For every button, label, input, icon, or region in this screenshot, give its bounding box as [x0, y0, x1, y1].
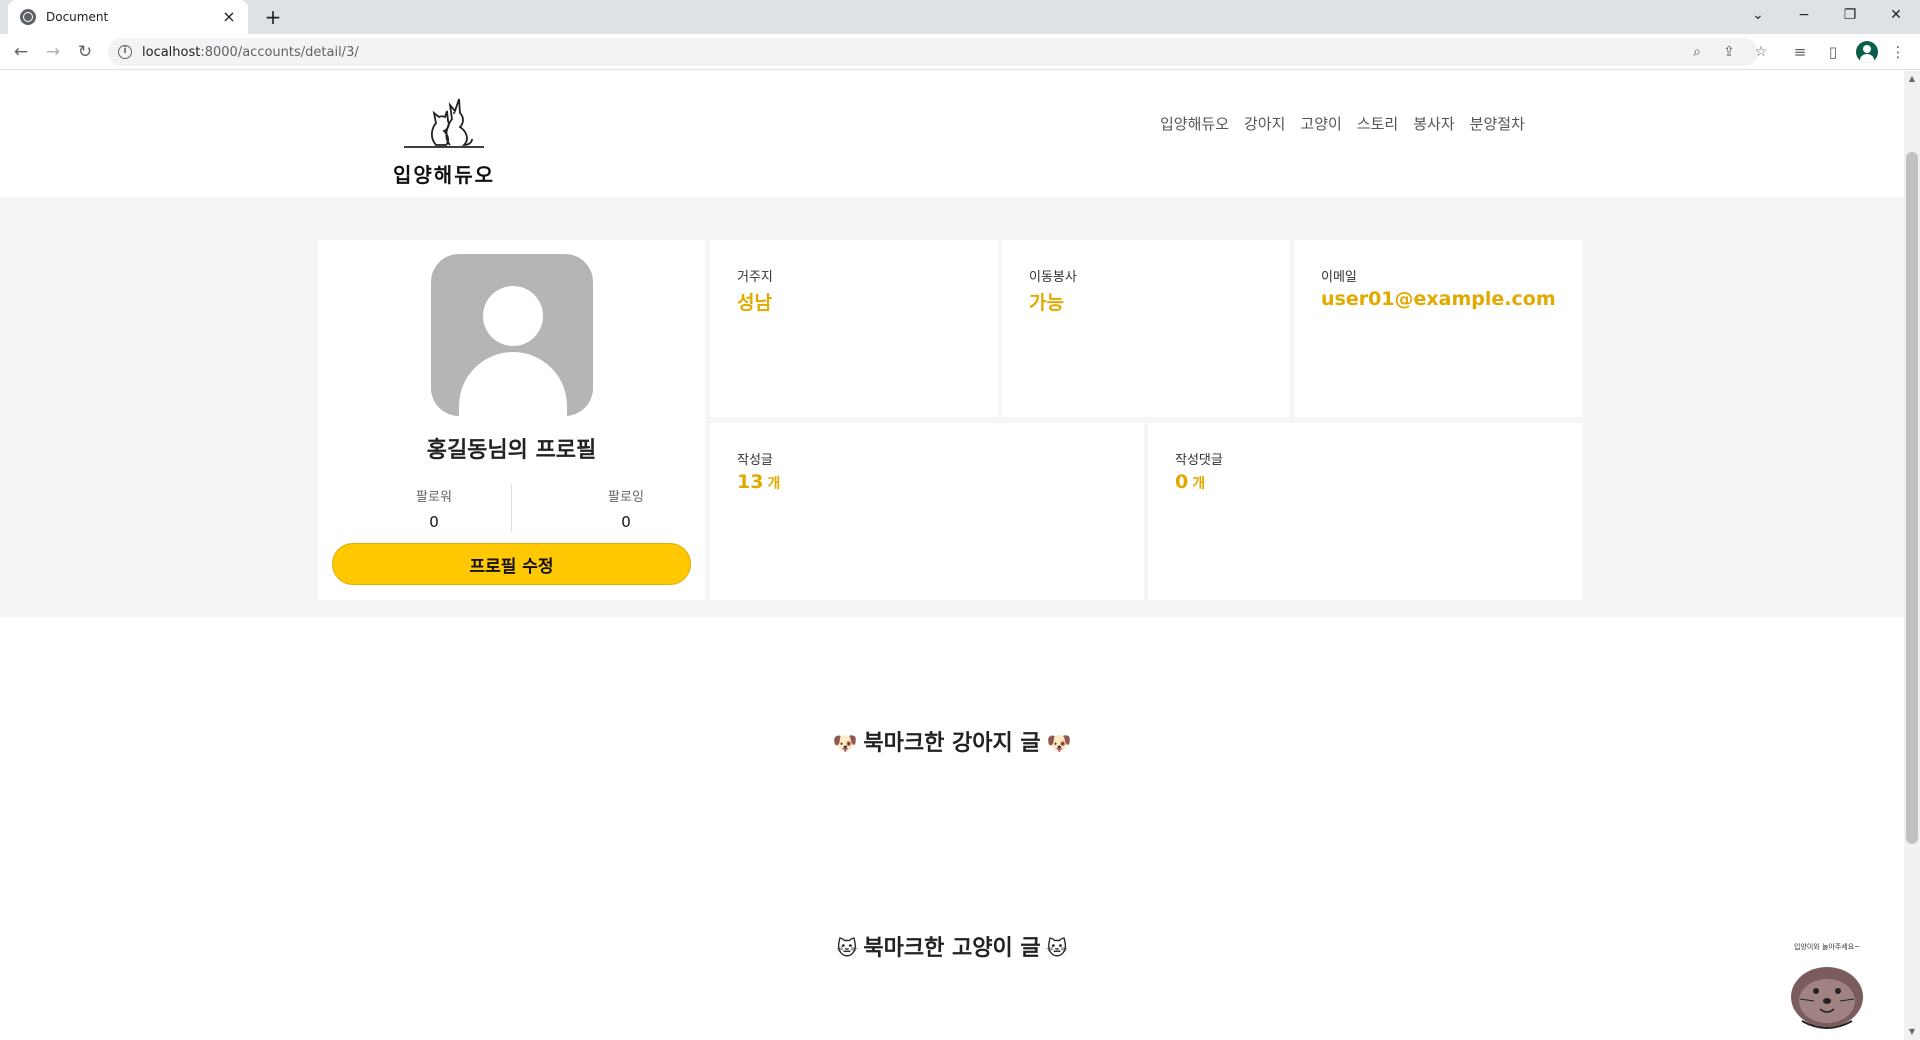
scrollbar-thumb[interactable] [1906, 152, 1918, 844]
user-head-icon [483, 286, 543, 346]
chatbot-caption: 입양이와 놀아주세요~ [1794, 942, 1860, 951]
stat-card-residence: 거주지 성남 [710, 240, 998, 417]
nav-item-dogs[interactable]: 강아지 [1244, 113, 1285, 134]
restore-icon[interactable]: ❐ [1828, 0, 1872, 30]
tab-search-icon[interactable]: ⌄ [1736, 0, 1780, 30]
followers-label: 팔로워 [416, 490, 452, 505]
following-stat[interactable]: 팔로잉 0 [566, 486, 686, 531]
close-window-icon[interactable]: ✕ [1874, 0, 1918, 30]
nav-item-adoption-process[interactable]: 분양절차 [1470, 113, 1525, 134]
nav-item-story[interactable]: 스토리 [1357, 113, 1398, 134]
follow-divider [511, 484, 512, 532]
bookmarked-dogs-title: 북마크한 강아지 글 [863, 731, 1041, 756]
bookmarked-cats-heading: 🐱 북마크한 고양이 글 🐱 [0, 930, 1904, 962]
chatbot-button[interactable]: 입양이와 놀아주세요~ [1782, 939, 1872, 1039]
comments-value: 0개 [1175, 471, 1205, 493]
email-label: 이메일 [1321, 270, 1357, 285]
profile-title: 홍길동님의 프로필 [426, 438, 597, 463]
posts-unit: 개 [767, 476, 781, 492]
cat-icon: 🐱 [1046, 936, 1068, 960]
url-host: localhost [142, 44, 201, 60]
dog-icon: 🐶 [1046, 731, 1072, 755]
followers-stat[interactable]: 팔로워 0 [374, 486, 494, 531]
residence-value: 성남 [737, 292, 772, 314]
site-logo[interactable]: 입양해듀오 [384, 83, 504, 188]
logo-text: 입양해듀오 [393, 163, 495, 187]
stat-card-transport: 이동봉사 가능 [1002, 240, 1290, 417]
address-bar[interactable]: i localhost:8000/accounts/detail/3/ ⌕ ⇪ … [108, 38, 1767, 66]
otter-chatbot-icon: 입양이와 놀아주세요~ [1791, 942, 1863, 1029]
share-icon[interactable]: ⇪ [1718, 42, 1740, 62]
browser-profile-avatar[interactable] [1856, 41, 1878, 63]
bookmarked-dogs-heading: 🐶 북마크한 강아지 글 🐶 [0, 725, 1904, 757]
followers-count: 0 [429, 513, 439, 531]
forward-icon[interactable]: → [40, 39, 66, 65]
reload-icon[interactable]: ↻ [72, 39, 98, 65]
side-panel-icon[interactable]: ▯ [1821, 40, 1845, 64]
back-icon[interactable]: ← [8, 39, 34, 65]
stat-card-comments[interactable]: 작성댓글 0개 [1148, 423, 1582, 600]
main-nav: 입양해듀오 강아지 고양이 스토리 봉사자 분양절차 [1160, 113, 1525, 134]
nav-item-cats[interactable]: 고양이 [1300, 113, 1341, 134]
bookmark-star-icon[interactable]: ☆ [1750, 42, 1772, 62]
profile-section: 홍길동님의 프로필 팔로워 0 팔로잉 0 프로필 수정 거주지 성남 이동봉사… [0, 197, 1904, 617]
browser-toolbar: ← → ↻ i localhost:8000/accounts/detail/3… [0, 34, 1920, 70]
posts-value: 13 개 [737, 471, 780, 493]
scroll-down-icon[interactable]: ▼ [1906, 1026, 1918, 1038]
zoom-icon[interactable]: ⌕ [1686, 42, 1708, 62]
minimize-icon[interactable]: − [1782, 0, 1826, 30]
page-viewport: 입양해듀오 입양해듀오 강아지 고양이 스토리 봉사자 분양절차 홍길동님의 프… [0, 71, 1904, 1040]
nav-item-home[interactable]: 입양해듀오 [1160, 113, 1229, 134]
following-label: 팔로잉 [608, 490, 644, 505]
browser-tabbar: Document × + ⌄ − ❐ ✕ [0, 0, 1920, 34]
comments-label: 작성댓글 [1175, 453, 1223, 468]
user-body-icon [459, 352, 567, 416]
following-count: 0 [621, 513, 631, 531]
posts-count: 13 [737, 471, 764, 493]
tab-title: Document [46, 10, 109, 24]
browser-tab[interactable]: Document × [8, 0, 248, 34]
profile-card: 홍길동님의 프로필 팔로워 0 팔로잉 0 프로필 수정 [318, 240, 705, 600]
site-info-icon[interactable]: i [118, 45, 132, 59]
cat-icon: 🐱 [836, 936, 858, 960]
url-path: :8000/accounts/detail/3/ [200, 44, 359, 60]
globe-icon [20, 9, 36, 25]
reading-list-icon[interactable]: ≡ [1788, 40, 1812, 64]
residence-label: 거주지 [737, 270, 773, 285]
bookmarked-cats-title: 북마크한 고양이 글 [863, 936, 1041, 961]
dog-icon: 🐶 [832, 731, 858, 755]
avatar [431, 254, 593, 416]
transport-value: 가능 [1029, 292, 1064, 314]
comments-count: 0 [1175, 471, 1189, 493]
email-value: user01@example.com [1321, 288, 1556, 310]
new-tab-button[interactable]: + [260, 5, 286, 31]
menu-icon[interactable]: ⋮ [1886, 40, 1910, 64]
stat-card-email: 이메일 user01@example.com [1294, 240, 1582, 417]
posts-label: 작성글 [737, 453, 773, 468]
scroll-up-icon[interactable]: ▲ [1906, 73, 1918, 85]
comments-unit: 개 [1192, 476, 1206, 492]
edit-profile-button[interactable]: 프로필 수정 [332, 543, 691, 585]
tab-close-icon[interactable]: × [220, 8, 238, 26]
site-header: 입양해듀오 입양해듀오 강아지 고양이 스토리 봉사자 분양절차 [0, 71, 1904, 196]
stat-card-posts[interactable]: 작성글 13 개 [710, 423, 1144, 600]
nav-item-volunteer[interactable]: 봉사자 [1413, 113, 1454, 134]
dog-cat-logo-icon [404, 98, 484, 148]
transport-label: 이동봉사 [1029, 270, 1077, 285]
